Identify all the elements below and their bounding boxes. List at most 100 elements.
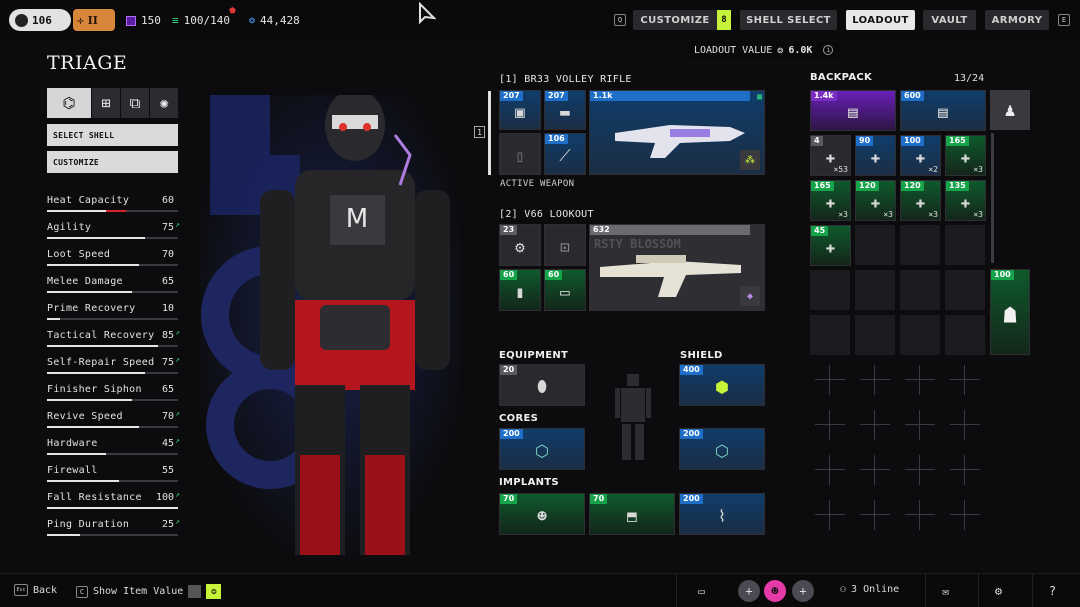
tab-shell-overview-icon[interactable]: ⌬ [47,88,91,118]
tab-customize[interactable]: CUSTOMIZE [633,10,717,30]
backpack-item[interactable]: 45 ✚ [810,225,851,266]
core-box-icon: ⬡ [715,441,729,461]
consumable-icon: ✚ [960,147,971,167]
character-render: M [200,89,460,565]
tab-implants-icon[interactable]: ⧉ [121,88,149,118]
select-shell-button[interactable]: SELECT SHELL [47,124,178,146]
stat-row: Revive Speed 70 [47,409,180,433]
online-friends[interactable]: ⚇ 3 Online [840,584,899,595]
stat-name: Hardware [47,438,98,449]
customize-button[interactable]: CUSTOMIZE [47,151,178,173]
backpack-item[interactable]: 120 ✚ ×3 [900,180,941,221]
grenade-icon: ⬮ [536,377,548,396]
optic-icon: ▣ [515,102,525,122]
item-value-tag: 120 [901,181,924,191]
backpack-item[interactable]: 90 ✚ [855,135,896,176]
weapon1-main[interactable]: 1.1k ⁂ ▦ [589,90,765,175]
weapon2-mod-optic[interactable]: 23 ⚙ [499,224,541,266]
body-silhouette-icon [613,372,653,462]
help-button[interactable]: ? [1032,574,1072,607]
rank-badge[interactable]: ✛ II [73,9,115,31]
tab-armory[interactable]: ARMORY [985,10,1049,30]
stat-row: Self-Repair Speed 75 [47,355,180,379]
backpack-empty-slot[interactable] [900,315,940,355]
weapon1-mod-empty[interactable]: ▯ [499,133,541,175]
locked-slot-marker [860,365,890,395]
currency-purple: 150 [126,14,161,27]
tab-cores-icon[interactable]: ⊞ [92,88,120,118]
weapon2-mod-empty[interactable]: ⊡ [544,224,586,266]
backpack-item[interactable]: 135 ✚ ×3 [945,180,986,221]
backpack-item[interactable]: 1.4k ▤ [810,90,896,131]
stat-row: Firewall 55 [47,465,178,487]
weapon1-mod-grip[interactable]: 106 ⟋ [544,133,586,175]
optic-icon: ⚙ [515,237,525,257]
tab-vault[interactable]: VAULT [923,10,976,30]
weapon1-mod-barrel[interactable]: 207 ▬ [544,90,586,130]
back-button[interactable]: Esc Back [14,584,57,596]
weapon1-title: [1] BR33 VOLLEY RIFLE [499,74,632,85]
show-item-value-toggle[interactable]: C Show Item Value ❂ [76,584,222,599]
tab-shell-select[interactable]: SHELL SELECT [740,10,837,30]
stat-name: Fall Resistance [47,492,142,503]
player-avatar[interactable]: ☻ [764,580,786,602]
backpack-label: BACKPACK [810,72,873,83]
tab-abilities-icon[interactable]: ✺ [150,88,178,118]
player-level-badge[interactable]: 106 [9,9,71,31]
settings-button[interactable]: ⚙ [978,574,1018,607]
backpack-empty-slot[interactable] [900,270,940,310]
item-view-icon [188,585,202,598]
backpack-item[interactable]: 165 ✚ ×3 [810,180,851,221]
backpack-empty-slot[interactable] [855,270,895,310]
item-value-tag: 90 [856,136,874,146]
backpack-empty-slot[interactable] [945,270,985,310]
locked-slot-marker [815,410,845,440]
backpack-item[interactable]: 120 ✚ ×3 [855,180,896,221]
implant-slot-3[interactable]: 200 ⌇ [679,493,765,535]
locked-slot-marker [815,455,845,485]
backpack-scrollbar[interactable] [991,133,994,263]
weapon1-mod-optic[interactable]: 207 ▣ [499,90,541,130]
consumable-icon: ✚ [915,147,926,167]
weapon2-mod-magazine[interactable]: 60 ▮ [499,269,541,311]
backpack-empty-slot[interactable] [945,315,985,355]
consumable-icon: ✚ [960,192,971,212]
backpack-empty-slot[interactable] [900,225,940,265]
weapon2-mod-barrel[interactable]: 60 ▭ [544,269,586,311]
backpack-empty-slot[interactable] [810,315,850,355]
backpack-item[interactable]: 100 ✚ ×2 [900,135,941,176]
backpack-empty-slot[interactable] [855,225,895,265]
backpack-empty-slot[interactable] [855,315,895,355]
shield-slot[interactable]: 400 ⬢ [679,364,765,406]
rifle-icon [615,125,745,158]
weapon2-main[interactable]: 632 RSTY BLOSSOM ◆ [589,224,765,311]
equipment-label: EQUIPMENT [499,350,569,361]
item-quantity: ×2 [928,165,938,174]
stat-name: Revive Speed [47,411,123,422]
chat-button[interactable]: ▭ [676,574,726,607]
core-slot-2[interactable]: 200 ⬡ [679,428,765,470]
magazine-icon: ▮ [515,282,525,302]
backpack-side-slot[interactable]: 100 ☗ [990,269,1030,355]
item-value-tag: 135 [946,181,969,191]
backpack-item[interactable]: 165 ✚ ×3 [945,135,986,176]
backpack-empty-slot[interactable] [945,225,985,265]
stat-bar [47,237,178,239]
core-slot-1[interactable]: 200 ⬡ [499,428,585,470]
mail-button[interactable]: ✉ [925,574,965,607]
backpack-item[interactable]: 600 ▤ [900,90,986,131]
tab-loadout[interactable]: LOADOUT [846,10,915,30]
chip-slot-icon: ⊡ [560,237,570,257]
backpack-item[interactable]: 4 ✚ ×53 [810,135,851,176]
implant-slot-1[interactable]: 70 ☻ [499,493,585,535]
item-value-tag: 165 [946,136,969,146]
avatar-icon: ☻ [771,584,779,598]
implant-slot-2[interactable]: 70 ⬒ [589,493,675,535]
backpack-empty-slot[interactable] [810,270,850,310]
loadout-figure-button[interactable]: ♟ [990,90,1030,130]
equipment-slot[interactable]: 20 ⬮ [499,364,585,406]
info-icon[interactable]: i [823,45,834,55]
party-slot-1[interactable]: + [738,580,760,602]
party-slot-2[interactable]: + [792,580,814,602]
locked-slot-marker [905,500,935,530]
